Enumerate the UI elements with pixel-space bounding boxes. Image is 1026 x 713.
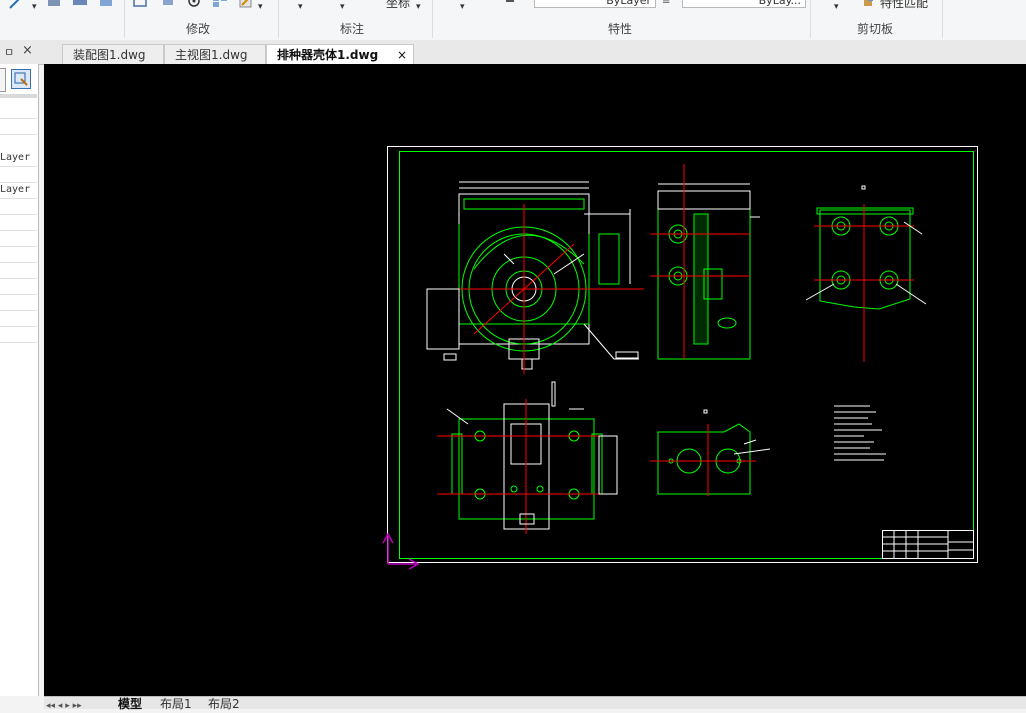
group-label-clipboard: 剪切板 [857, 22, 894, 36]
properties-panel: Layer Layer [0, 64, 39, 696]
circle-icon[interactable] [186, 0, 202, 10]
front-view [426, 181, 644, 374]
tab-layout-1[interactable]: 布局1 [160, 697, 192, 711]
property-row[interactable] [0, 118, 37, 135]
property-row[interactable] [0, 166, 37, 183]
bottom-middle-view [650, 409, 771, 496]
chevron-down-icon[interactable]: ▾ [258, 2, 263, 12]
scale-icon[interactable] [160, 0, 176, 10]
tab-label: 装配图1.dwg [73, 48, 146, 62]
mirror-icon[interactable] [132, 0, 148, 10]
tab-front-view[interactable]: 主视图1.dwg [164, 44, 266, 64]
drawing-canvas[interactable] [44, 64, 1026, 696]
property-row[interactable] [0, 214, 37, 231]
tab-housing[interactable]: 排种器壳体1.dwg × [266, 44, 414, 64]
technical-notes [834, 405, 886, 461]
chevron-down-icon[interactable]: ▾ [340, 2, 345, 12]
ribbon-separator [124, 0, 125, 38]
tab-assembly[interactable]: 装配图1.dwg [62, 44, 164, 64]
bottom-left-view [437, 381, 618, 534]
property-row-layer[interactable]: Layer [0, 150, 37, 167]
panel-header [0, 94, 37, 98]
array-icon[interactable] [212, 0, 228, 10]
layer-select[interactable]: ByLayer [534, 0, 656, 8]
property-row[interactable] [0, 198, 37, 215]
ribbon-separator [942, 0, 943, 38]
copy-icon[interactable] [72, 0, 88, 10]
group-label-dimension: 标注 [340, 22, 365, 36]
property-row[interactable] [0, 230, 37, 247]
match-properties-button[interactable]: 特性匹配 [880, 0, 928, 11]
ribbon-separator [810, 0, 811, 38]
top-right-view [805, 185, 927, 362]
chevron-down-icon[interactable]: ▾ [416, 2, 421, 12]
property-row[interactable] [0, 310, 37, 327]
layout-tab-bar: ◂◂ ◂ ▸ ▸▸ 模型 布局1 布局2 [44, 696, 1026, 711]
cylinder-icon[interactable] [98, 0, 114, 10]
property-row-linetype[interactable]: Layer [0, 182, 37, 199]
chevron-down-icon[interactable]: ▾ [32, 2, 37, 12]
linetype-icon: ≡ [662, 0, 671, 7]
line-icon[interactable] [8, 0, 24, 10]
property-row[interactable] [0, 246, 37, 263]
property-row[interactable] [0, 326, 37, 343]
property-row[interactable] [0, 262, 37, 279]
color-swatch-icon[interactable] [506, 0, 514, 2]
chevron-down-icon[interactable]: ▾ [834, 2, 839, 12]
ucs-icon [382, 532, 420, 570]
tab-close-icon[interactable]: × [397, 45, 407, 65]
tab-navigation-icon[interactable]: ◂◂ ◂ ▸ ▸▸ [46, 699, 82, 713]
title-block [882, 530, 974, 559]
group-label-properties: 特性 [608, 22, 633, 36]
coordinate-button[interactable]: 坐标 [386, 0, 410, 11]
match-properties-icon[interactable] [862, 0, 878, 10]
cad-drawing [382, 146, 978, 570]
tab-layout-2[interactable]: 布局2 [208, 697, 240, 711]
document-tab-bar: ㅁ × 装配图1.dwg 主视图1.dwg 排种器壳体1.dwg × [0, 40, 1026, 65]
chevron-down-icon[interactable]: ▾ [460, 2, 465, 12]
property-row[interactable] [0, 294, 37, 311]
property-row[interactable] [0, 278, 37, 295]
panel-close-icon[interactable]: × [22, 43, 33, 58]
move-icon[interactable] [46, 0, 62, 10]
tab-label: 排种器壳体1.dwg [277, 48, 379, 62]
ribbon: ▾ ▾ 修改 ▾ ▾ 坐标 ▾ 标注 ▾ ByLayer ≡ ByLay... … [0, 0, 1026, 41]
tab-model[interactable]: 模型 [118, 697, 142, 711]
ribbon-separator [432, 0, 433, 38]
linetype-select[interactable]: ByLay... [682, 0, 806, 8]
panel-button[interactable] [0, 68, 6, 92]
pin-icon[interactable]: ㅁ [4, 44, 14, 60]
group-label-modify: 修改 [186, 22, 211, 36]
chevron-down-icon[interactable]: ▾ [298, 2, 303, 12]
quick-select-icon[interactable] [11, 69, 31, 89]
tab-label: 主视图1.dwg [175, 48, 248, 62]
edit-icon[interactable] [238, 0, 254, 10]
side-view [650, 164, 760, 360]
property-row[interactable] [0, 102, 37, 119]
ribbon-separator [278, 0, 279, 38]
